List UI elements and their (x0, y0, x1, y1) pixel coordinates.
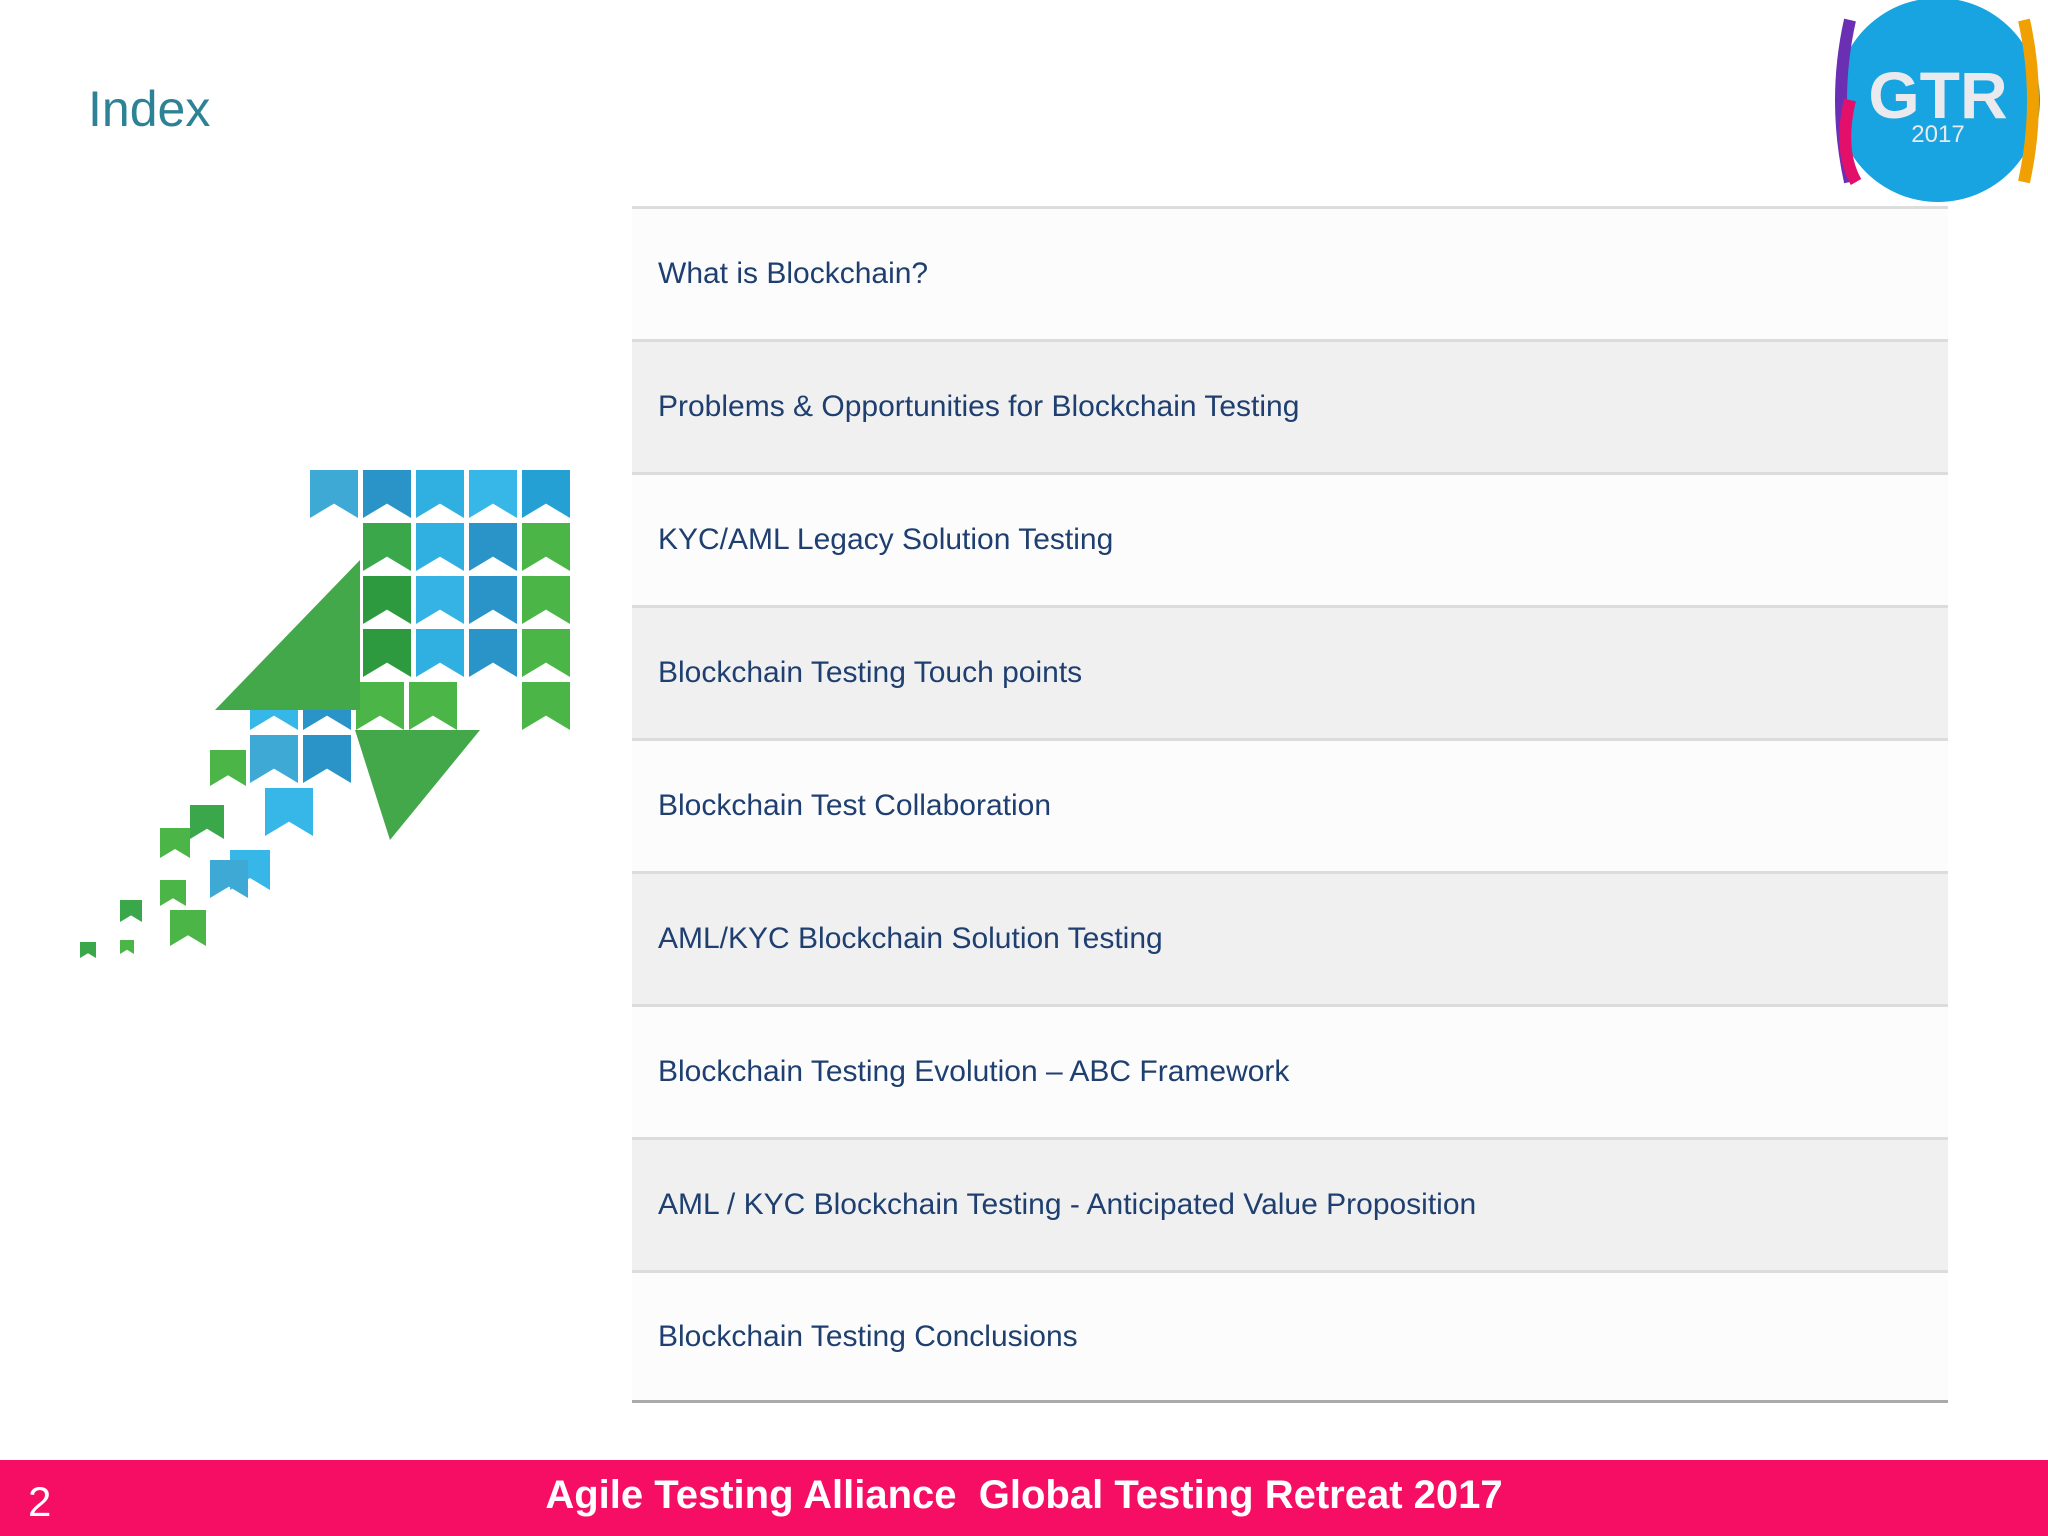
index-item-label: Blockchain Testing Evolution – ABC Frame… (658, 1055, 1290, 1088)
mosaic-tile (416, 576, 464, 624)
mosaic-tile (522, 576, 570, 624)
mosaic-tile (363, 576, 411, 624)
mosaic-tile (190, 805, 224, 839)
mosaic-tile (363, 523, 411, 571)
index-item-label: Blockchain Testing Conclusions (658, 1319, 1078, 1353)
mosaic-tile (522, 523, 570, 571)
footer-text: Agile Testing Alliance Global Testing Re… (545, 1473, 1503, 1517)
mosaic-tile (416, 523, 464, 571)
index-item: What is Blockchain? (632, 206, 1948, 339)
mosaic-tile (356, 682, 404, 730)
index-item-label: Problems & Opportunities for Blockchain … (658, 390, 1300, 423)
mosaic-tile (522, 470, 570, 518)
index-list: What is Blockchain? Problems & Opportuni… (632, 206, 1948, 1403)
index-item-label: AML / KYC Blockchain Testing - Anticipat… (658, 1188, 1477, 1221)
index-item-label: KYC/AML Legacy Solution Testing (658, 523, 1114, 556)
mosaic-tile (522, 629, 570, 677)
mosaic-tile (160, 828, 190, 858)
index-item: Blockchain Testing Evolution – ABC Frame… (632, 1004, 1948, 1137)
mosaic-tile (250, 735, 298, 783)
index-item: AML / KYC Blockchain Testing - Anticipat… (632, 1137, 1948, 1270)
index-item: Blockchain Testing Conclusions (632, 1270, 1948, 1403)
index-item-label: Blockchain Testing Touch points (658, 656, 1083, 689)
mosaic-tile (120, 900, 142, 922)
mosaic-tile (310, 470, 358, 518)
mosaic-tile (210, 860, 248, 898)
index-item: Blockchain Test Collaboration (632, 738, 1948, 871)
slide-title: Index (88, 81, 211, 137)
mosaic-tile (416, 629, 464, 677)
mosaic-tile (120, 940, 134, 954)
mosaic-tile (265, 788, 313, 836)
index-item-label: What is Blockchain? (658, 257, 929, 290)
index-item-label: AML/KYC Blockchain Solution Testing (658, 922, 1163, 955)
mosaic-tile (210, 750, 246, 786)
mosaic-tile (469, 629, 517, 677)
logo-year: 2017 (1911, 121, 1964, 148)
mosaic-tile (469, 523, 517, 571)
mosaic-tile (469, 470, 517, 518)
mosaic-tile (416, 470, 464, 518)
mosaic-tile (170, 910, 206, 946)
index-item: KYC/AML Legacy Solution Testing (632, 472, 1948, 605)
mosaic-tile (160, 880, 186, 906)
mosaic-tile (522, 682, 570, 730)
mosaic-tile (409, 682, 457, 730)
mosaic-tile (363, 629, 411, 677)
gtr-logo: GTR 2017 (1835, 0, 2040, 202)
index-item: Blockchain Testing Touch points (632, 605, 1948, 738)
index-item: AML/KYC Blockchain Solution Testing (632, 871, 1948, 1004)
index-item-label: Blockchain Test Collaboration (658, 789, 1052, 822)
mosaic-tile (303, 735, 351, 783)
mosaic-tile (469, 576, 517, 624)
arrow-mosaic-graphic (80, 470, 570, 958)
mosaic-tile (80, 942, 96, 958)
index-item: Problems & Opportunities for Blockchain … (632, 339, 1948, 472)
mosaic-tile (363, 470, 411, 518)
